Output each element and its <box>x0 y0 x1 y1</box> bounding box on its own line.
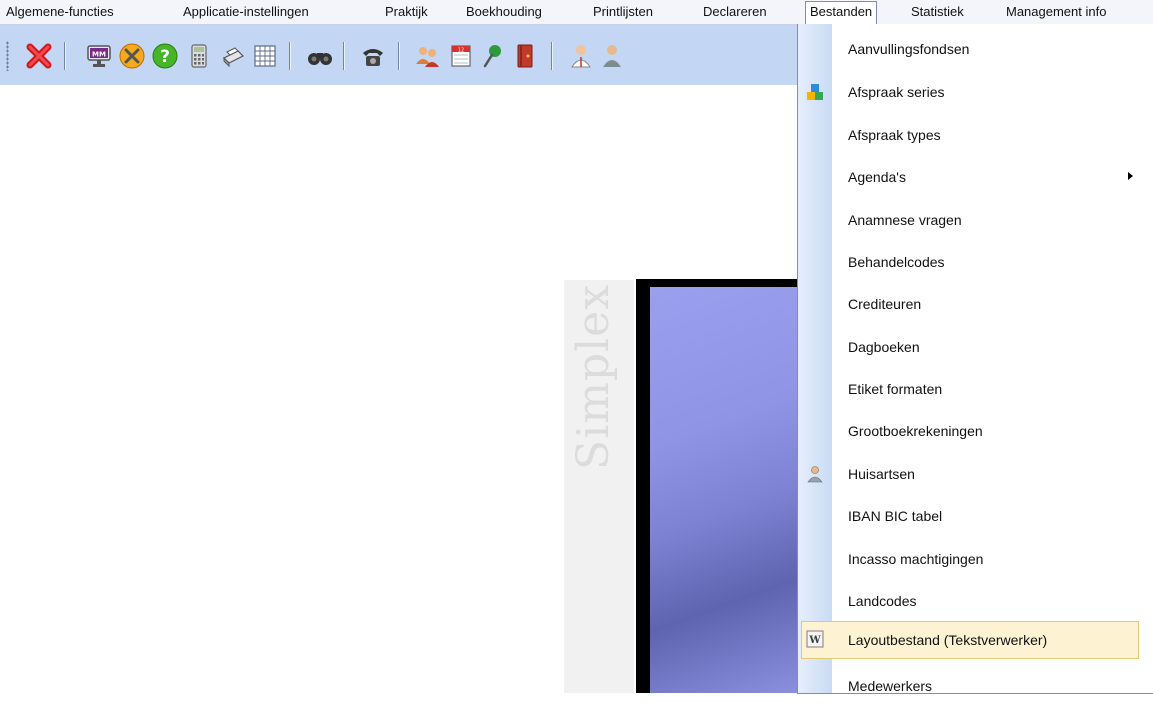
menu-item-label: Grootboekrekeningen <box>848 423 983 439</box>
menu-item-label: Dagboeken <box>848 339 920 355</box>
menu-item-label: Afspraak series <box>848 84 945 100</box>
menu-item-grootboekrekeningen[interactable]: Grootboekrekeningen <box>798 410 1136 452</box>
simplex-brand-text: Simplex <box>568 283 619 470</box>
users-icon[interactable] <box>412 41 442 71</box>
menu-item-label: Crediteuren <box>848 296 922 312</box>
toolbar-separator <box>398 42 399 70</box>
svg-text:?: ? <box>160 47 170 67</box>
menu-item-afspraak-series[interactable]: Afspraak series <box>798 71 1136 113</box>
menu-item-aanvullingsfondsen[interactable]: Aanvullingsfondsen <box>798 28 1136 70</box>
doctor-icon[interactable] <box>566 41 596 71</box>
svg-text:MM: MM <box>92 51 106 59</box>
help-icon[interactable]: ? <box>150 41 180 71</box>
menu-item-afspraak-types[interactable]: Afspraak types <box>798 114 1136 156</box>
menu-algemene-functies[interactable]: Algemene-functies <box>2 2 118 22</box>
menu-item-agendas[interactable]: Agenda's <box>798 156 1136 198</box>
menu-item-label: Incasso machtigingen <box>848 551 984 567</box>
blocks-icon <box>806 83 824 101</box>
menu-item-incasso-machtigingen[interactable]: Incasso machtigingen <box>798 538 1136 580</box>
printer-icon[interactable] <box>217 41 247 71</box>
menu-item-behandelcodes[interactable]: Behandelcodes <box>798 241 1136 283</box>
svg-text:W: W <box>808 635 821 646</box>
menu-item-label: Huisartsen <box>848 466 915 482</box>
toolbar-separator <box>551 42 552 70</box>
tools-icon[interactable] <box>117 41 147 71</box>
menu-item-anamnese-vragen[interactable]: Anamnese vragen <box>798 199 1136 241</box>
menu-item-label: Afspraak types <box>848 127 941 143</box>
svg-text:12: 12 <box>458 48 464 54</box>
menu-printlijsten[interactable]: Printlijsten <box>589 2 657 22</box>
menu-item-label: Medewerkers <box>848 678 933 694</box>
toolbar-grip[interactable] <box>6 41 9 71</box>
menu-item-dagboeken[interactable]: Dagboeken <box>798 326 1136 368</box>
menu-declareren[interactable]: Declareren <box>699 2 771 22</box>
menu-item-label: IBAN BIC tabel <box>848 508 943 524</box>
monitor-mm-icon[interactable]: MM <box>84 41 114 71</box>
submenu-arrow-icon <box>1128 172 1133 180</box>
menu-item-label: Behandelcodes <box>848 254 945 270</box>
calendar-icon[interactable]: 12 <box>446 41 476 71</box>
menu-item-medewerkers[interactable]: Medewerkers <box>798 665 1136 707</box>
calculator-icon[interactable] <box>184 41 214 71</box>
toolbar: MM ? 12 <box>0 25 798 85</box>
binoculars-icon[interactable] <box>305 41 335 71</box>
menu-item-label: Aanvullingsfondsen <box>848 41 970 57</box>
doctor-person-icon <box>806 465 824 483</box>
menu-item-crediteuren[interactable]: Crediteuren <box>798 283 1136 325</box>
menu-item-label: Anamnese vragen <box>848 212 962 228</box>
book-icon[interactable] <box>510 41 540 71</box>
toolbar-separator <box>64 42 65 70</box>
close-red-x-icon[interactable] <box>24 41 54 71</box>
menu-item-label: Layoutbestand (Tekstverwerker) <box>848 632 1048 648</box>
bestanden-dropdown-menu: Aanvullingsfondsen Afspraak series Afspr… <box>797 24 1153 694</box>
word-document-icon: W <box>806 630 824 648</box>
menu-item-iban-bic-tabel[interactable]: IBAN BIC tabel <box>798 495 1136 537</box>
toolbar-separator <box>343 42 344 70</box>
menu-item-label: Landcodes <box>848 593 917 609</box>
toolbar-separator <box>289 42 290 70</box>
menu-applicatie-instellingen[interactable]: Applicatie-instellingen <box>179 2 313 22</box>
menu-item-landcodes[interactable]: Landcodes <box>798 580 1136 622</box>
menu-item-etiket-formaten[interactable]: Etiket formaten <box>798 368 1136 410</box>
grid-table-icon[interactable] <box>250 41 280 71</box>
person-icon[interactable] <box>597 41 627 71</box>
splash-image <box>650 287 800 693</box>
menu-item-layoutbestand[interactable]: W Layoutbestand (Tekstverwerker) <box>801 621 1139 659</box>
menu-bestanden[interactable]: Bestanden <box>805 1 878 24</box>
menu-item-label: Agenda's <box>848 169 906 185</box>
menu-item-huisartsen[interactable]: Huisartsen <box>798 453 1136 495</box>
menu-bar: Algemene-functies Applicatie-instellinge… <box>0 0 1153 25</box>
pushpin-icon[interactable] <box>478 41 508 71</box>
menu-statistiek[interactable]: Statistiek <box>907 2 968 22</box>
menu-management-info[interactable]: Management info <box>1002 2 1110 22</box>
menu-boekhouding[interactable]: Boekhouding <box>462 2 546 22</box>
menu-item-label: Etiket formaten <box>848 381 943 397</box>
telephone-icon[interactable] <box>358 41 388 71</box>
menu-praktijk[interactable]: Praktijk <box>381 2 432 22</box>
